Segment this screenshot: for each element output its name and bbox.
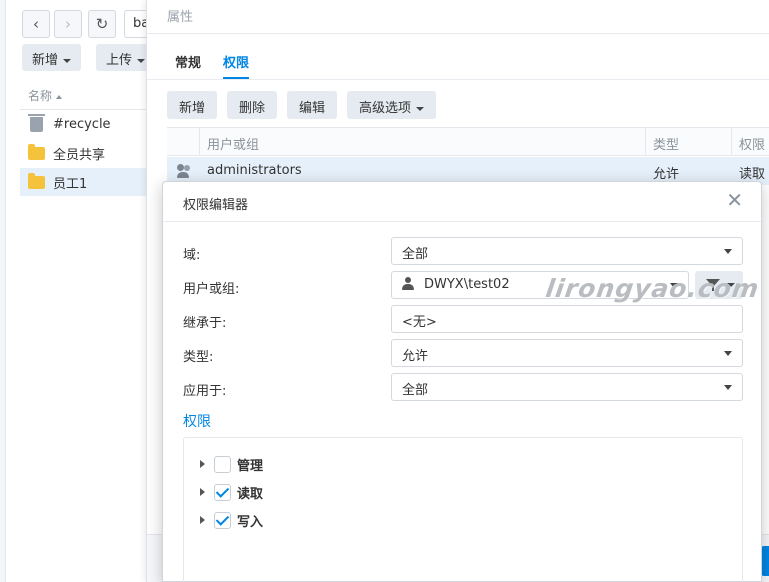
manage-checkbox[interactable] bbox=[214, 455, 231, 473]
user-group-label: 用户或组: bbox=[183, 282, 240, 297]
name-column-label: 名称 bbox=[28, 89, 53, 103]
user-group-select[interactable]: DWYX\test02 bbox=[391, 271, 689, 299]
permission-label: 写入 bbox=[237, 514, 264, 530]
domain-value: 全部 bbox=[402, 247, 429, 262]
refresh-button[interactable]: ↻ bbox=[88, 10, 116, 38]
perm-edit-button[interactable]: 编辑 bbox=[287, 91, 338, 119]
user-icon bbox=[402, 277, 414, 290]
col-type[interactable]: 类型 bbox=[653, 134, 679, 153]
apply-to-value: 全部 bbox=[402, 383, 429, 398]
filter-icon-stem bbox=[712, 286, 714, 291]
dropdown-arrow-icon bbox=[670, 283, 678, 288]
permission-item-manage[interactable]: 管理 bbox=[200, 454, 263, 474]
file-name: 全员共享 bbox=[53, 147, 106, 163]
type-select[interactable]: 允许 bbox=[391, 339, 743, 367]
divider bbox=[147, 79, 769, 80]
window-edge bbox=[0, 0, 6, 582]
inherit-value: <无> bbox=[402, 315, 437, 330]
row-type: 允许 bbox=[653, 167, 680, 182]
expand-arrow-icon[interactable] bbox=[200, 488, 205, 496]
permissions-tree: 管理 读取 写入 bbox=[183, 437, 743, 582]
column-separator bbox=[199, 128, 200, 156]
active-tab-indicator bbox=[223, 77, 249, 79]
divider bbox=[147, 33, 769, 34]
perm-add-button[interactable]: 新增 bbox=[167, 91, 218, 119]
tab-general[interactable]: 常规 bbox=[175, 52, 201, 71]
filter-button[interactable] bbox=[695, 271, 743, 299]
col-user-group[interactable]: 用户或组 bbox=[207, 134, 259, 153]
advanced-options-button[interactable]: 高级选项 bbox=[347, 91, 437, 119]
chevron-right-icon: › bbox=[65, 15, 71, 33]
user-group-icon bbox=[177, 164, 195, 178]
permissions-table-header: 用户或组 类型 权限 bbox=[167, 127, 769, 156]
dropdown-arrow-icon bbox=[724, 351, 732, 356]
permission-item-read[interactable]: 读取 bbox=[200, 482, 263, 502]
permission-editor-dialog: 权限编辑器 ✕ 域: 全部 用户或组: DWYX\test02 继承于: <无>… bbox=[162, 181, 762, 582]
dropdown-arrow-icon bbox=[724, 385, 732, 390]
caret-down-icon bbox=[727, 283, 735, 287]
divider bbox=[163, 221, 761, 222]
permission-label: 管理 bbox=[237, 458, 264, 474]
permissions-section-title: 权限 bbox=[183, 414, 211, 430]
advanced-options-label: 高级选项 bbox=[359, 101, 412, 116]
domain-select[interactable]: 全部 bbox=[391, 237, 743, 265]
dialog-title: 权限编辑器 bbox=[183, 198, 249, 213]
add-button-label: 新增 bbox=[32, 53, 59, 68]
caret-down-icon bbox=[63, 58, 72, 63]
user-group-value: DWYX\test02 bbox=[424, 277, 510, 292]
caret-down-icon bbox=[416, 106, 425, 111]
folder-icon bbox=[28, 143, 45, 160]
type-value: 允许 bbox=[402, 349, 429, 364]
write-checkbox[interactable] bbox=[214, 511, 231, 529]
row-permission: 读取 bbox=[739, 167, 766, 182]
permission-item-write[interactable]: 写入 bbox=[200, 510, 263, 530]
inherit-field: <无> bbox=[391, 305, 743, 333]
upload-button-label: 上传 bbox=[106, 53, 133, 68]
add-button[interactable]: 新增 bbox=[22, 44, 82, 71]
inherit-label: 继承于: bbox=[183, 316, 227, 331]
expand-arrow-icon[interactable] bbox=[200, 460, 205, 468]
file-name: 员工1 bbox=[53, 176, 88, 192]
apply-to-select[interactable]: 全部 bbox=[391, 373, 743, 401]
properties-title: 属性 bbox=[167, 10, 194, 25]
permission-label: 读取 bbox=[237, 486, 264, 502]
column-separator bbox=[645, 128, 646, 156]
column-separator bbox=[731, 128, 732, 156]
col-permission[interactable]: 权限 bbox=[739, 134, 765, 153]
dropdown-arrow-icon bbox=[724, 249, 732, 254]
domain-label: 域: bbox=[183, 248, 201, 263]
file-name: #recycle bbox=[53, 116, 111, 132]
refresh-icon: ↻ bbox=[95, 15, 109, 33]
apply-to-label: 应用于: bbox=[183, 384, 227, 399]
sort-ascending-icon bbox=[56, 94, 63, 99]
perm-delete-button[interactable]: 删除 bbox=[227, 91, 278, 119]
row-user-group: administrators bbox=[207, 163, 302, 178]
expand-arrow-icon[interactable] bbox=[200, 516, 205, 524]
back-button[interactable]: ‹ bbox=[22, 10, 50, 38]
primary-button-edge[interactable] bbox=[761, 546, 769, 576]
folder-icon bbox=[28, 172, 45, 189]
tab-permissions[interactable]: 权限 bbox=[223, 52, 249, 71]
type-label: 类型: bbox=[183, 350, 214, 365]
caret-down-icon bbox=[137, 58, 146, 63]
read-checkbox[interactable] bbox=[214, 483, 231, 501]
close-icon[interactable]: ✕ bbox=[726, 190, 743, 210]
recycle-bin-icon bbox=[28, 113, 45, 132]
forward-button[interactable]: › bbox=[54, 10, 82, 38]
chevron-left-icon: ‹ bbox=[33, 15, 39, 33]
